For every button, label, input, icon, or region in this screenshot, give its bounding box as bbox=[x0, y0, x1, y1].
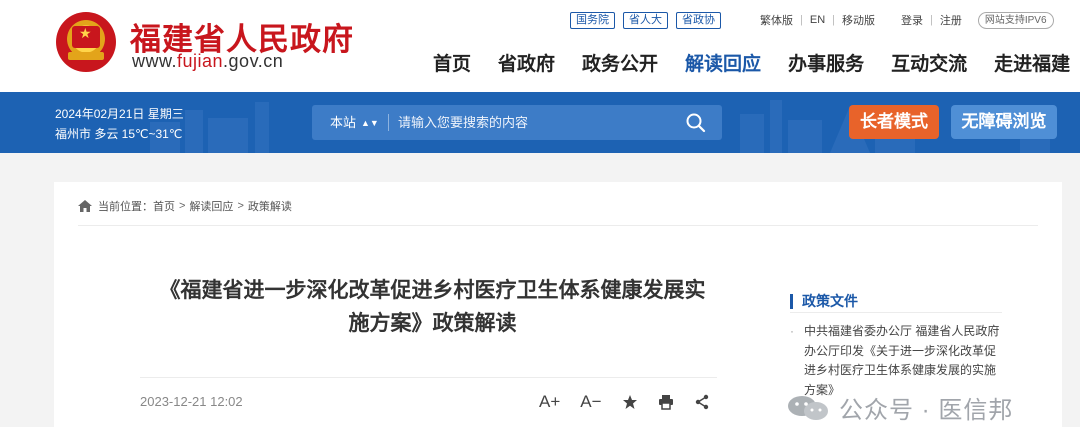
print-button[interactable] bbox=[658, 394, 674, 410]
sidebar-title-text: 政策文件 bbox=[802, 293, 858, 309]
divider bbox=[78, 225, 1038, 226]
link-provincial-cppcc[interactable]: 省政协 bbox=[676, 11, 721, 29]
mobile-version-link[interactable]: 移动版 bbox=[842, 12, 875, 28]
favorite-button[interactable] bbox=[622, 394, 638, 410]
search-scope-select[interactable]: 本站 ▲▼ bbox=[312, 105, 388, 140]
elder-mode-button[interactable]: 长者模式 bbox=[849, 105, 939, 139]
sidebar-title: 政策文件 bbox=[790, 291, 858, 311]
nav-item-services[interactable]: 办事服务 bbox=[788, 49, 864, 76]
site-url-suffix: .gov.cn bbox=[223, 51, 284, 71]
national-emblem-icon[interactable] bbox=[56, 12, 116, 72]
article-tools: A+ A− bbox=[539, 390, 710, 414]
search-input[interactable] bbox=[398, 111, 668, 134]
publish-date: 2023-12-21 12:02 bbox=[140, 394, 243, 409]
sidebar-policy-link[interactable]: · 中共福建省委办公厅 福建省人民政府办公厅印发《关于进一步深化改革促进乡村医疗… bbox=[790, 322, 1000, 400]
current-date: 2024年02月21日 星期三 bbox=[55, 107, 184, 121]
divider bbox=[140, 377, 717, 378]
watermark-text: 公众号 · 医信邦 bbox=[839, 397, 1014, 424]
breadcrumb-interpretation[interactable]: 解读回应 bbox=[189, 198, 233, 214]
font-decrease-button[interactable]: A− bbox=[580, 390, 601, 414]
separator: | bbox=[930, 14, 933, 26]
site-url: www.fujian.gov.cn bbox=[132, 51, 283, 72]
breadcrumb: 当前位置： 首页 > 解读回应 > 政策解读 bbox=[78, 198, 292, 214]
site-header: 福建省人民政府 www.fujian.gov.cn 国务院 省人大 省政协 繁体… bbox=[0, 0, 1080, 92]
site-url-highlight: fujian bbox=[177, 51, 224, 71]
separator: | bbox=[832, 14, 835, 26]
font-increase-button[interactable]: A+ bbox=[539, 390, 560, 414]
divider bbox=[790, 312, 1002, 313]
bullet: · bbox=[790, 324, 794, 338]
article-title-line2: 施方案》政策解读 bbox=[348, 312, 517, 335]
site-url-prefix: www. bbox=[132, 51, 178, 71]
printer-icon bbox=[658, 395, 673, 410]
nav-item-interaction[interactable]: 互动交流 bbox=[891, 49, 967, 76]
share-icon bbox=[695, 394, 708, 410]
breadcrumb-separator: > bbox=[179, 200, 186, 212]
english-link[interactable]: EN bbox=[810, 14, 825, 26]
article-title: 《福建省进一步深化改革促进乡村医疗卫生体系健康发展实 施方案》政策解读 bbox=[140, 274, 725, 340]
content-card: 当前位置： 首页 > 解读回应 > 政策解读 《福建省进一步深化改革促进乡村医疗… bbox=[54, 182, 1062, 427]
separator: | bbox=[800, 14, 803, 26]
up-down-arrow-icon: ▲▼ bbox=[361, 118, 379, 128]
nav-item-government-affairs[interactable]: 政务公开 bbox=[582, 49, 658, 76]
breadcrumb-policy-interpretation[interactable]: 政策解读 bbox=[248, 198, 292, 214]
traditional-chinese-link[interactable]: 繁体版 bbox=[760, 12, 793, 28]
login-link[interactable]: 登录 bbox=[901, 12, 923, 28]
home-icon bbox=[78, 200, 92, 212]
watermark: 公众号 · 医信邦 bbox=[785, 390, 1013, 425]
nav-item-provincial-government[interactable]: 省政府 bbox=[498, 49, 555, 76]
wechat-icon bbox=[788, 395, 828, 420]
breadcrumb-separator: > bbox=[237, 200, 244, 212]
accessibility-button[interactable]: 无障碍浏览 bbox=[951, 105, 1057, 139]
weather-info: 福州市 多云 15℃~31℃ bbox=[55, 127, 183, 141]
utility-links: 繁体版 | EN | 移动版 登录 | 注册 网站支持IPV6 bbox=[760, 11, 1054, 29]
sidebar-policy-text: 中共福建省委办公厅 福建省人民政府办公厅印发《关于进一步深化改革促进乡村医疗卫生… bbox=[804, 324, 1000, 397]
search-box: 本站 ▲▼ bbox=[312, 105, 722, 140]
ipv6-badge: 网站支持IPV6 bbox=[977, 11, 1054, 29]
external-links: 国务院 省人大 省政协 bbox=[570, 11, 729, 29]
article-title-line1: 《福建省进一步深化改革促进乡村医疗卫生体系健康发展实 bbox=[159, 279, 706, 302]
search-icon[interactable] bbox=[684, 111, 708, 135]
main-nav: 首页 省政府 政务公开 解读回应 办事服务 互动交流 走进福建 bbox=[433, 49, 1070, 76]
nav-item-home[interactable]: 首页 bbox=[433, 49, 471, 76]
link-provincial-congress[interactable]: 省人大 bbox=[623, 11, 668, 29]
search-banner: 2024年02月21日 星期三 福州市 多云 15℃~31℃ 本站 ▲▼ 长者模式… bbox=[0, 92, 1080, 153]
divider bbox=[388, 114, 389, 131]
share-button[interactable] bbox=[694, 394, 710, 410]
search-scope-label: 本站 bbox=[330, 115, 357, 130]
nav-item-interpretation[interactable]: 解读回应 bbox=[685, 49, 761, 76]
breadcrumb-prefix: 当前位置： bbox=[98, 201, 153, 213]
breadcrumb-home[interactable]: 首页 bbox=[153, 198, 175, 214]
register-link[interactable]: 注册 bbox=[940, 12, 962, 28]
nav-item-about-fujian[interactable]: 走进福建 bbox=[994, 49, 1070, 76]
star-icon bbox=[622, 395, 637, 409]
link-state-council[interactable]: 国务院 bbox=[570, 11, 615, 29]
